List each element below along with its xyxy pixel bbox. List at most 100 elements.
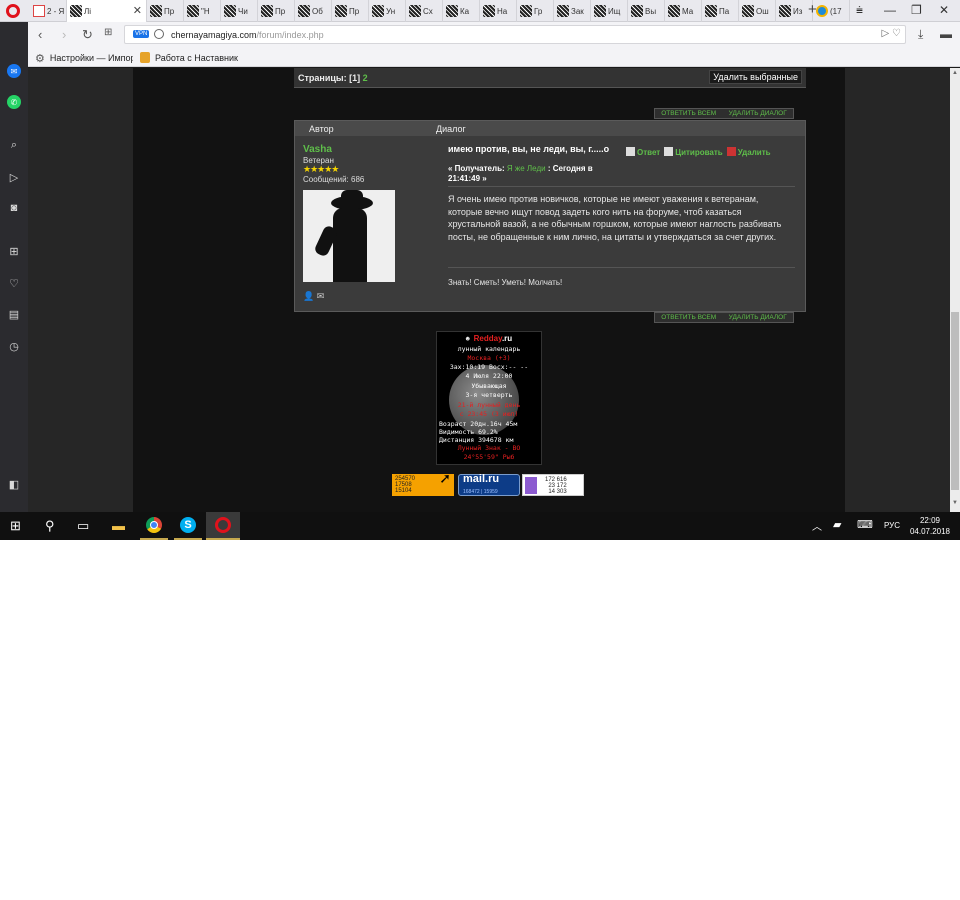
mailru-counter[interactable]: mail.ru 168472 | 15959	[458, 474, 520, 496]
news-icon[interactable]: ▤	[7, 307, 21, 321]
delete-selected-button[interactable]: Удалить выбранные	[709, 70, 802, 84]
profile-icon[interactable]: 👤	[303, 291, 314, 301]
dialog-actions-bottom: Ответить всем Удалить диалог	[654, 312, 794, 323]
send-icon[interactable]: ▷	[882, 28, 890, 39]
bookmarks-bar: ⚙ Настройки — Импор Работа с Наставник	[28, 48, 960, 67]
moon-calendar-widget[interactable]: ☻ Redday.ru лунный календарь Москва (+3)…	[436, 331, 542, 465]
browser-tab[interactable]: Пр	[258, 0, 295, 22]
task-view-icon[interactable]: ▭	[77, 518, 89, 534]
liveinternet-counter[interactable]: 254570 17508 15104 ➚	[392, 471, 454, 496]
speed-dial-icon[interactable]: ⊞	[7, 244, 21, 258]
reply-all-button[interactable]: Ответить всем	[661, 314, 716, 321]
tab-label: Зак	[571, 6, 584, 16]
page-link-2[interactable]: 2	[363, 73, 368, 83]
heart-icon[interactable]: ♡	[7, 276, 21, 290]
browser-tab[interactable]: Об	[295, 0, 332, 22]
bookmark-mentor[interactable]: Работа с Наставник	[140, 52, 238, 63]
close-window-icon[interactable]: ✕	[939, 3, 949, 17]
search-icon[interactable]: ⌕	[7, 138, 21, 152]
scroll-down-icon[interactable]: ▼	[952, 500, 958, 506]
browser-tab[interactable]: Ош	[739, 0, 776, 22]
forum-icon	[372, 5, 384, 17]
delete-button[interactable]: Удалить	[726, 147, 771, 157]
reply-button[interactable]: Ответ	[626, 147, 660, 157]
browser-tab[interactable]: Ун	[369, 0, 406, 22]
maximize-icon[interactable]: ❐	[911, 3, 922, 17]
language-indicator[interactable]: РУС	[884, 521, 900, 530]
browser-tab[interactable]: Чи	[221, 0, 258, 22]
browser-tab[interactable]: 2 - Я	[30, 0, 67, 22]
author-name-link[interactable]: Vasha	[303, 144, 332, 155]
notification-icon[interactable]: ▰	[833, 518, 841, 531]
tab-label: На	[497, 6, 508, 16]
forward-icon[interactable]: ›	[62, 27, 66, 42]
tab-menu-icon[interactable]: ⩧	[856, 3, 863, 18]
windows-start-icon[interactable]: ⊞	[10, 518, 21, 534]
yandex-metrika-counter[interactable]: 172 616 23 172 14 303	[522, 474, 584, 496]
bookmark-settings[interactable]: ⚙ Настройки — Импор	[35, 52, 133, 64]
chrome-icon[interactable]	[146, 517, 162, 533]
delete-dialog-button[interactable]: Удалить диалог	[729, 314, 787, 321]
browser-tab[interactable]: Пр	[147, 0, 184, 22]
new-tab-plus-icon[interactable]: +	[808, 1, 817, 18]
clock-time: 22:09	[919, 516, 941, 525]
messenger-icon[interactable]: ✉	[7, 64, 21, 78]
minimize-icon[interactable]: —	[884, 3, 896, 17]
whatsapp-icon[interactable]: ✆	[7, 95, 21, 109]
tray-chevron-up-icon[interactable]: ︿	[812, 518, 822, 533]
running-indicator	[206, 538, 240, 540]
recipient-link[interactable]: Я же Леди	[507, 164, 546, 173]
camera-icon[interactable]: ◙	[7, 201, 21, 215]
vpn-badge[interactable]: VPN	[133, 30, 150, 38]
browser-tab[interactable]: Лі ✕	[67, 0, 147, 22]
back-icon[interactable]: ‹	[38, 27, 42, 42]
file-explorer-icon[interactable]: ▬	[112, 518, 125, 533]
browser-tab[interactable]: "Н	[184, 0, 221, 22]
column-author: Автор	[309, 124, 334, 134]
tab-label: Чи	[238, 6, 248, 16]
tab-label: Ун	[386, 6, 396, 16]
url-input[interactable]: VPN chernayamagiya.com/forum/index.php ▷…	[124, 25, 906, 44]
opera-menu-icon[interactable]	[6, 4, 20, 18]
reload-icon[interactable]: ↻	[82, 27, 93, 43]
skype-icon[interactable]: S	[180, 517, 196, 533]
moon-line: Видимость 69.2%	[439, 428, 498, 436]
column-dialog: Диалог	[436, 124, 466, 134]
browser-tab[interactable]: Ма	[665, 0, 702, 22]
pm-icon[interactable]: ✉	[317, 291, 325, 301]
scroll-up-icon[interactable]: ▲	[952, 70, 958, 76]
browser-tab[interactable]: Зак	[554, 0, 591, 22]
clock[interactable]: 22:09 04.07.2018	[908, 515, 952, 537]
bookmark-heart-icon[interactable]: ♡	[892, 28, 901, 39]
browser-tab[interactable]: Сх	[406, 0, 443, 22]
scroll-thumb[interactable]	[951, 312, 959, 490]
history-icon[interactable]: ◷	[7, 339, 21, 353]
battery-icon[interactable]: ▬	[940, 27, 952, 41]
keyboard-icon[interactable]: ⌨	[857, 518, 873, 531]
browser-tab[interactable]: На	[480, 0, 517, 22]
browser-tab[interactable]: Па	[702, 0, 739, 22]
browser-tab[interactable]: Ка	[443, 0, 480, 22]
post-actions: Ответ Цитировать Удалить	[626, 147, 771, 157]
quote-button[interactable]: Цитировать	[664, 147, 723, 157]
browser-tab[interactable]: Гр	[517, 0, 554, 22]
browser-tab[interactable]: Ищ	[591, 0, 628, 22]
opera-icon[interactable]	[215, 517, 231, 533]
reply-all-button[interactable]: Ответить всем	[661, 110, 716, 117]
download-icon[interactable]: ⤓	[918, 27, 923, 42]
forum-icon	[70, 5, 82, 17]
web-icon	[816, 5, 828, 17]
browser-tab[interactable]: Пр	[332, 0, 369, 22]
pagination: Страницы: [1] 2	[298, 73, 368, 83]
page-scrollbar[interactable]: ▲ ▼	[950, 68, 960, 512]
speed-dial-icon[interactable]: ⊞	[104, 27, 112, 38]
forum-icon	[298, 5, 310, 17]
send-icon[interactable]: ▷	[7, 170, 21, 184]
browser-tab[interactable]: (17	[813, 0, 850, 22]
delete-dialog-button[interactable]: Удалить диалог	[729, 110, 787, 117]
close-tab-icon[interactable]: ✕	[133, 4, 142, 17]
gmail-icon	[33, 5, 45, 17]
search-icon[interactable]: ⚲	[45, 518, 55, 534]
sidebar-toggle-icon[interactable]: ◧	[7, 477, 21, 491]
browser-tab[interactable]: Вы	[628, 0, 665, 22]
